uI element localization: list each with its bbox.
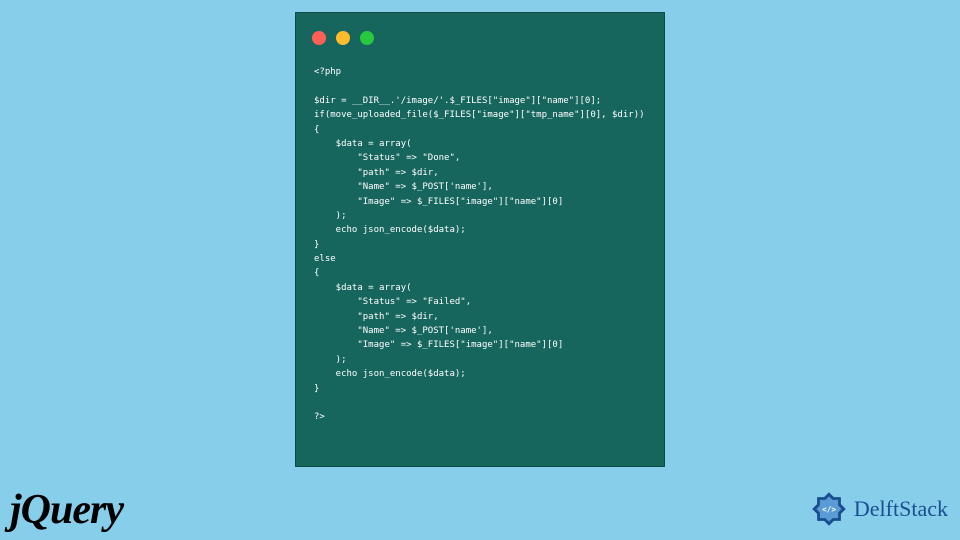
code-line: "Name" => $_POST['name'], xyxy=(314,326,493,336)
window-controls xyxy=(296,13,664,57)
code-line: ); xyxy=(314,211,347,221)
code-line: "path" => $dir, xyxy=(314,168,439,178)
code-line: { xyxy=(314,125,319,135)
code-line: "Image" => $_FILES["image"]["name"][0] xyxy=(314,197,563,207)
delftstack-text: DelftStack xyxy=(854,496,948,522)
code-line: } xyxy=(314,240,319,250)
close-icon xyxy=(312,31,326,45)
code-window: <?php $dir = __DIR__.'/image/'.$_FILES["… xyxy=(295,12,665,467)
code-line: <?php xyxy=(314,67,341,77)
code-line: $dir = __DIR__.'/image/'.$_FILES["image"… xyxy=(314,96,601,106)
minimize-icon xyxy=(336,31,350,45)
code-line: } xyxy=(314,384,319,394)
code-block: <?php $dir = __DIR__.'/image/'.$_FILES["… xyxy=(296,57,664,433)
jquery-logo: jQuery xyxy=(10,486,123,534)
code-line: "Name" => $_POST['name'], xyxy=(314,182,493,192)
code-line: { xyxy=(314,268,319,278)
code-line: if(move_uploaded_file($_FILES["image"]["… xyxy=(314,110,645,120)
code-line: echo json_encode($data); xyxy=(314,225,466,235)
code-line: "path" => $dir, xyxy=(314,312,439,322)
svg-text:</>: </> xyxy=(822,505,836,514)
code-line: "Status" => "Failed", xyxy=(314,297,471,307)
code-line: else xyxy=(314,254,336,264)
code-line: ?> xyxy=(314,412,325,422)
code-line: $data = array( xyxy=(314,139,412,149)
maximize-icon xyxy=(360,31,374,45)
code-line: "Status" => "Done", xyxy=(314,153,460,163)
code-line: ); xyxy=(314,355,347,365)
code-line: "Image" => $_FILES["image"]["name"][0] xyxy=(314,340,563,350)
code-line: $data = array( xyxy=(314,283,412,293)
delftstack-logo: </> DelftStack xyxy=(808,488,948,530)
code-line: echo json_encode($data); xyxy=(314,369,466,379)
delftstack-icon: </> xyxy=(808,488,850,530)
